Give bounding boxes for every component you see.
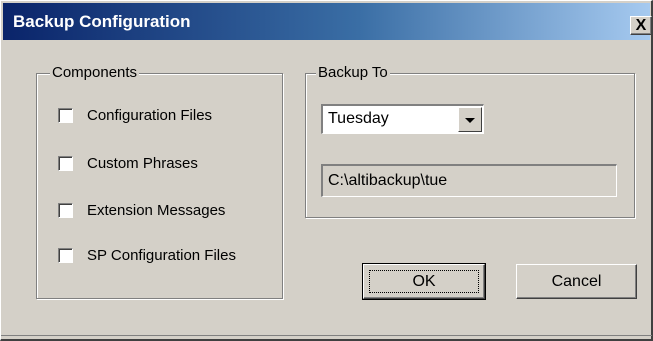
checkbox-box[interactable]: [58, 155, 73, 171]
backup-path-field: C:\altibackup\tue: [321, 164, 617, 197]
checkbox-label[interactable]: Configuration Files: [87, 107, 212, 124]
divider: [1, 335, 652, 336]
backup-to-legend: Backup To: [316, 64, 390, 82]
backup-configuration-dialog: Backup Configuration X Components Config…: [0, 0, 653, 341]
close-icon: X: [635, 16, 647, 34]
cancel-button[interactable]: Cancel: [516, 264, 637, 299]
checkbox-label[interactable]: Custom Phrases: [87, 155, 198, 172]
chevron-down-icon: [465, 118, 475, 123]
checkbox-box[interactable]: [58, 107, 73, 123]
day-select[interactable]: Tuesday: [321, 104, 484, 134]
checkbox-box[interactable]: [58, 202, 73, 218]
checkbox-sp-configuration-files[interactable]: SP Configuration Files: [58, 245, 236, 265]
day-select-button[interactable]: [458, 107, 482, 132]
cancel-label: Cancel: [551, 272, 602, 290]
focus-rect: [369, 270, 479, 293]
components-legend: Components: [50, 64, 140, 82]
close-button[interactable]: X: [630, 16, 652, 35]
backup-path-value: C:\altibackup\tue: [328, 172, 448, 189]
checkbox-custom-phrases[interactable]: Custom Phrases: [58, 153, 198, 173]
window-title: Backup Configuration: [13, 12, 191, 31]
checkbox-label[interactable]: SP Configuration Files: [87, 247, 236, 264]
checkbox-configuration-files[interactable]: Configuration Files: [58, 105, 212, 125]
checkbox-box[interactable]: [58, 247, 73, 263]
ok-button[interactable]: OK: [362, 263, 486, 300]
title-bar[interactable]: Backup Configuration X: [3, 3, 652, 40]
checkbox-label[interactable]: Extension Messages: [87, 202, 225, 219]
day-select-value: Tuesday: [328, 110, 389, 127]
checkbox-extension-messages[interactable]: Extension Messages: [58, 200, 225, 220]
